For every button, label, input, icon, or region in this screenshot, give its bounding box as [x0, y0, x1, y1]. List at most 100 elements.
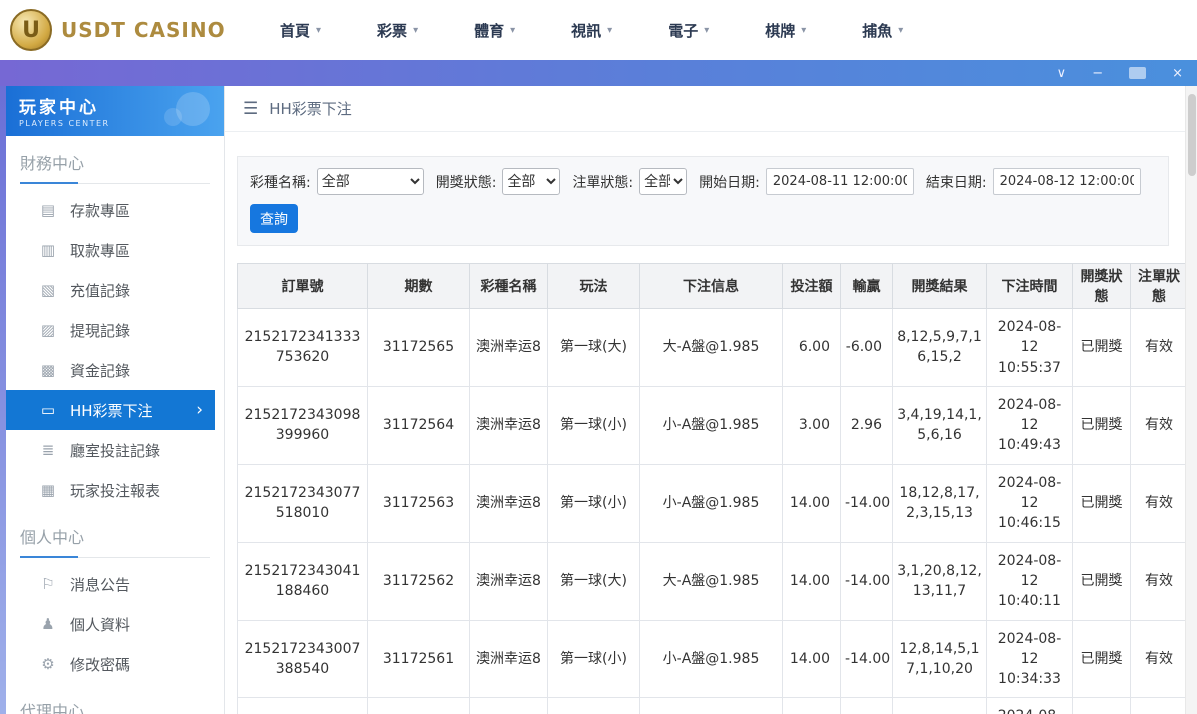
- scrollbar[interactable]: [1185, 86, 1197, 714]
- sidebar-item-change-password[interactable]: ⚙修改密碼: [6, 644, 224, 684]
- table-row: 215217234309839996031172564澳洲幸运8第一球(小)小-…: [238, 386, 1188, 464]
- cell-draw-result: 12,8,14,5,17,1,10,20: [893, 620, 987, 698]
- topnav-item-1[interactable]: 首頁▾: [280, 20, 321, 41]
- window-titlebar: ∨ − ×: [0, 60, 1197, 86]
- column-header-draw-result: 開獎結果: [893, 264, 987, 309]
- sidebar-item-withdrawal-record[interactable]: ▨提現記錄: [6, 310, 224, 350]
- cell-draw-result: 7,19,20,4,16,5,18,17: [893, 698, 987, 714]
- sidebar-section-title: 個人中心: [20, 524, 210, 558]
- cell-order-status: 有效: [1131, 698, 1188, 714]
- topnav-item-2[interactable]: 彩票▾: [377, 20, 418, 41]
- start-date-input[interactable]: [766, 168, 914, 195]
- column-header-bet-amount: 投注額: [783, 264, 841, 309]
- cell-bet-info: 大-A盤@1.985: [640, 309, 783, 387]
- cell-bet-amount: 6.00: [783, 309, 841, 387]
- funds-record-icon: ▩: [39, 361, 57, 379]
- chevron-down-icon: ▾: [316, 25, 321, 36]
- column-header-draw-status: 開獎狀態: [1073, 264, 1131, 309]
- topnav-item-7[interactable]: 捕魚▾: [862, 20, 903, 41]
- table-row: 215217234300738854031172561澳洲幸运8第一球(小)小-…: [238, 620, 1188, 698]
- close-button[interactable]: ×: [1172, 67, 1183, 80]
- column-header-order-status: 注單狀態: [1131, 264, 1188, 309]
- maximize-button[interactable]: [1129, 67, 1146, 79]
- draw-status-select[interactable]: 全部: [502, 168, 560, 195]
- sidebar-item-profile[interactable]: ♟個人資料: [6, 604, 224, 644]
- sidebar-section-title: 財務中心: [20, 150, 210, 184]
- sidebar-item-announcements[interactable]: ⚐消息公告: [6, 564, 224, 604]
- sidebar-item-recharge-record[interactable]: ▧充值記錄: [6, 270, 224, 310]
- window-controls: ∨ − ×: [1057, 67, 1183, 80]
- sidebar-item-withdraw[interactable]: ▥取款專區: [6, 230, 224, 270]
- sidebar-item-label: 存款專區: [70, 200, 130, 221]
- app-window: ∨ − × 玩家中心 PLAYERS CENTER 財務中心 ▤存款專區▥取款專區▧充…: [0, 60, 1197, 714]
- topnav-item-3[interactable]: 體育▾: [474, 20, 515, 41]
- topnav-item-4[interactable]: 視訊▾: [571, 20, 612, 41]
- sidebar-sections: 財務中心▤存款專區▥取款專區▧充值記錄▨提現記錄▩資金記錄▭HH彩票下注›≣廳室…: [6, 150, 224, 714]
- topnav-item-6[interactable]: 棋牌▾: [765, 20, 806, 41]
- cell-draw-result: 18,12,8,17,2,3,15,13: [893, 464, 987, 542]
- scrollbar-thumb[interactable]: [1188, 94, 1196, 176]
- sidebar-item-hall-bet-record[interactable]: ≣廳室投註記錄: [6, 430, 224, 470]
- filter-panel: 彩種名稱:全部開獎狀態:全部注單狀態:全部開始日期:結束日期: 查詢: [237, 156, 1169, 246]
- main-content: ☰ HH彩票下注 彩種名稱:全部開獎狀態:全部注單狀態:全部開始日期:結束日期:…: [225, 86, 1197, 714]
- order-status-select[interactable]: 全部: [639, 168, 687, 195]
- cell-order-status: 有效: [1131, 386, 1188, 464]
- lottery-select-label: 彩種名稱:: [250, 172, 311, 192]
- sidebar-item-label: 玩家投注報表: [70, 480, 160, 501]
- players-center-subtitle: PLAYERS CENTER: [19, 119, 224, 128]
- cell-lottery-name: 澳洲幸运8: [470, 386, 548, 464]
- lottery-bet-icon: ▭: [39, 401, 57, 419]
- cell-bet-amount: 14.00: [783, 698, 841, 714]
- cell-period: 31172558: [368, 698, 470, 714]
- sidebar: 玩家中心 PLAYERS CENTER 財務中心 ▤存款專區▥取款專區▧充值記錄▨…: [6, 86, 225, 714]
- cell-win-loss: -6.00: [841, 309, 893, 387]
- players-center-title: 玩家中心: [19, 93, 224, 118]
- column-header-bet-info: 下注信息: [640, 264, 783, 309]
- logo[interactable]: U USDT CASINO: [0, 9, 262, 51]
- topnav-item-label: 捕魚: [862, 20, 892, 41]
- cell-play-type: 第一球(小): [548, 464, 640, 542]
- cell-bet-amount: 14.00: [783, 542, 841, 620]
- column-header-bet-time: 下注時間: [987, 264, 1073, 309]
- bets-table-wrap: 訂單號期數彩種名稱玩法下注信息投注額輸贏開獎結果下注時間開獎狀態注單狀態2152…: [237, 263, 1169, 714]
- main-nav: 首頁▾彩票▾體育▾視訊▾電子▾棋牌▾捕魚▾: [280, 20, 903, 41]
- cell-win-loss: -14.00: [841, 620, 893, 698]
- sidebar-item-player-bet-report[interactable]: ▦玩家投注報表: [6, 470, 224, 510]
- cell-win-loss: -14.00: [841, 464, 893, 542]
- usdt-casino-logo-icon: U: [10, 9, 52, 51]
- chevron-down-icon: ▾: [413, 25, 418, 36]
- topnav-item-label: 電子: [668, 20, 698, 41]
- sidebar-item-label: HH彩票下注: [70, 400, 153, 421]
- cell-win-loss: -14.00: [841, 542, 893, 620]
- menu-icon[interactable]: ☰: [243, 99, 258, 119]
- table-header-row: 訂單號期數彩種名稱玩法下注信息投注額輸贏開獎結果下注時間開獎狀態注單狀態: [238, 264, 1188, 309]
- cell-order-status: 有效: [1131, 309, 1188, 387]
- chevron-down-icon: ▾: [510, 25, 515, 36]
- cell-order-status: 有效: [1131, 542, 1188, 620]
- cell-bet-info: 小-A盤@1.985: [640, 386, 783, 464]
- cell-order-status: 有效: [1131, 464, 1188, 542]
- cell-bet-info: 小-A盤@1.985: [640, 464, 783, 542]
- sidebar-item-funds-record[interactable]: ▩資金記錄: [6, 350, 224, 390]
- sidebar-item-deposit[interactable]: ▤存款專區: [6, 190, 224, 230]
- column-header-win-loss: 輸贏: [841, 264, 893, 309]
- minimize-button[interactable]: −: [1092, 67, 1103, 80]
- lottery-select[interactable]: 全部: [317, 168, 424, 195]
- cell-period: 31172565: [368, 309, 470, 387]
- collapse-button[interactable]: ∨: [1057, 67, 1067, 80]
- column-header-play-type: 玩法: [548, 264, 640, 309]
- cell-order: 2152172341333753620: [238, 309, 368, 387]
- cell-draw-result: 3,4,19,14,1,5,6,16: [893, 386, 987, 464]
- cell-lottery-name: 澳洲幸运8: [470, 698, 548, 714]
- cell-order: 2152172343098399960: [238, 386, 368, 464]
- end-date-input[interactable]: [993, 168, 1141, 195]
- cell-bet-time: 2024-08-12 10:55:37: [987, 309, 1073, 387]
- topnav-item-5[interactable]: 電子▾: [668, 20, 709, 41]
- search-button[interactable]: 查詢: [250, 204, 298, 233]
- column-header-period: 期數: [368, 264, 470, 309]
- sidebar-item-hh-lottery-bet[interactable]: ▭HH彩票下注›: [6, 390, 215, 430]
- cell-play-type: 第一球(小): [548, 698, 640, 714]
- topnav-item-label: 棋牌: [765, 20, 795, 41]
- cell-win-loss: 13.79: [841, 698, 893, 714]
- cell-play-type: 第一球(小): [548, 386, 640, 464]
